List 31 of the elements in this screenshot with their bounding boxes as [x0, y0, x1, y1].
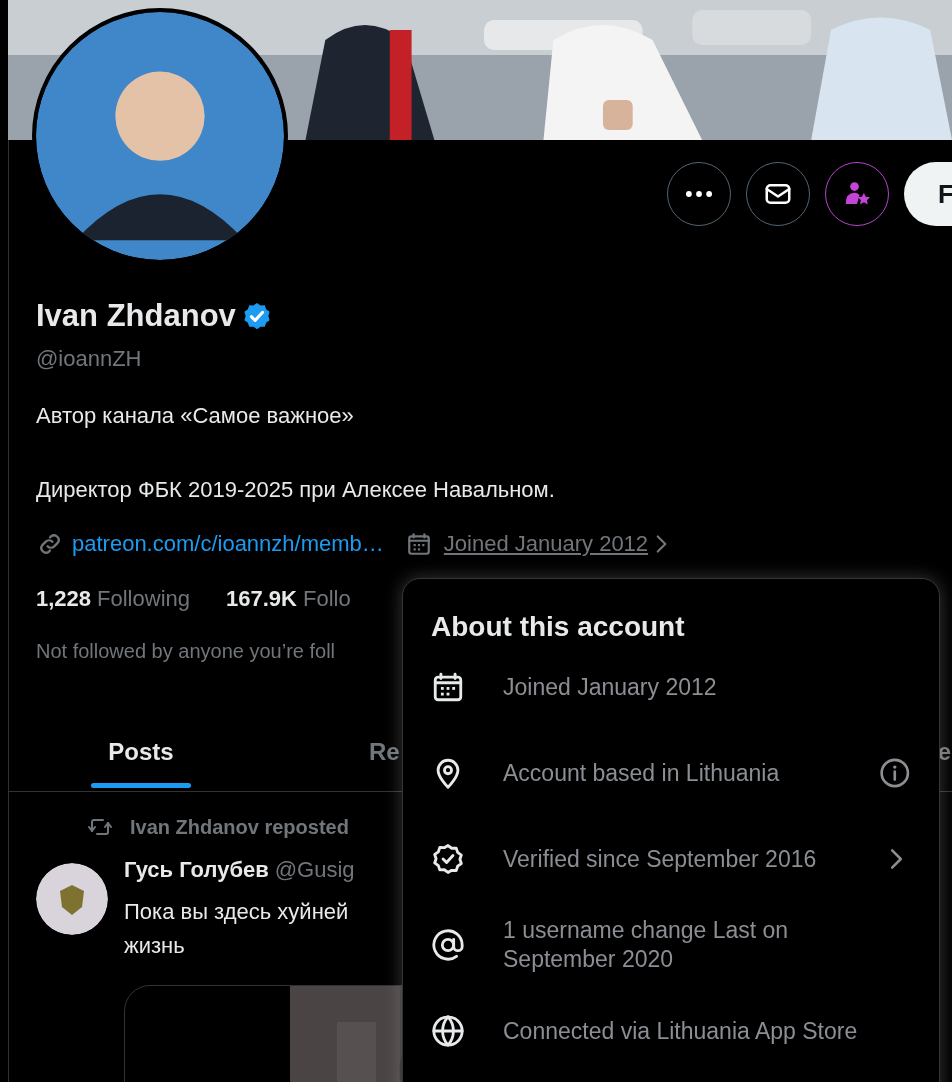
profile-tab[interactable]: Posts	[9, 669, 273, 791]
info-icon	[879, 757, 911, 789]
followed-by-text: Not followed by anyone you’re foll	[36, 640, 337, 663]
at-sign-icon	[431, 928, 465, 962]
profile-name: Ivan Zhdanov	[36, 298, 236, 334]
following-link[interactable]: Following	[97, 586, 190, 612]
author-name: Гусь Голубев	[124, 857, 269, 882]
more-icon	[686, 191, 712, 197]
post-text: Пока вы здесь хуйней жизнь	[124, 898, 349, 960]
profile-tab[interactable]: Re	[273, 669, 403, 791]
account-detail: 1 username change Last on September 2020	[503, 916, 790, 974]
profile-link[interactable]: patreon.com/c/ioannzh/memb…	[72, 531, 384, 557]
account-detail: Joined January 2012	[503, 672, 718, 702]
followers-link[interactable]: Follo	[302, 586, 351, 612]
calendar-icon	[431, 670, 465, 704]
calendar-icon	[405, 531, 432, 557]
joined-date-link[interactable]: Joined January 2012	[443, 531, 649, 557]
followers-count: 167.9K	[226, 586, 297, 612]
popup-title: About this account	[431, 610, 686, 644]
author-avatar	[36, 863, 108, 935]
bio-text: Автор канала «Самое важное»	[36, 402, 355, 430]
account-detail: Account based in Lithuania	[503, 758, 781, 788]
author-handle: @Gusig	[274, 857, 355, 882]
profile-handle: @ioannZH	[36, 346, 143, 372]
account-detail: Connected via Lithuania App Store	[503, 1016, 859, 1046]
verified-badge-icon	[431, 842, 465, 876]
bio-text: Директор ФБК 2019-2025 при Алексее Навальном.	[36, 476, 556, 504]
globe-icon	[431, 1014, 465, 1048]
following-count: 1,228	[36, 586, 92, 612]
account-detail: Verified since September 2016	[503, 844, 818, 874]
repost-label: Ivan Zhdanov reposted	[130, 815, 349, 839]
